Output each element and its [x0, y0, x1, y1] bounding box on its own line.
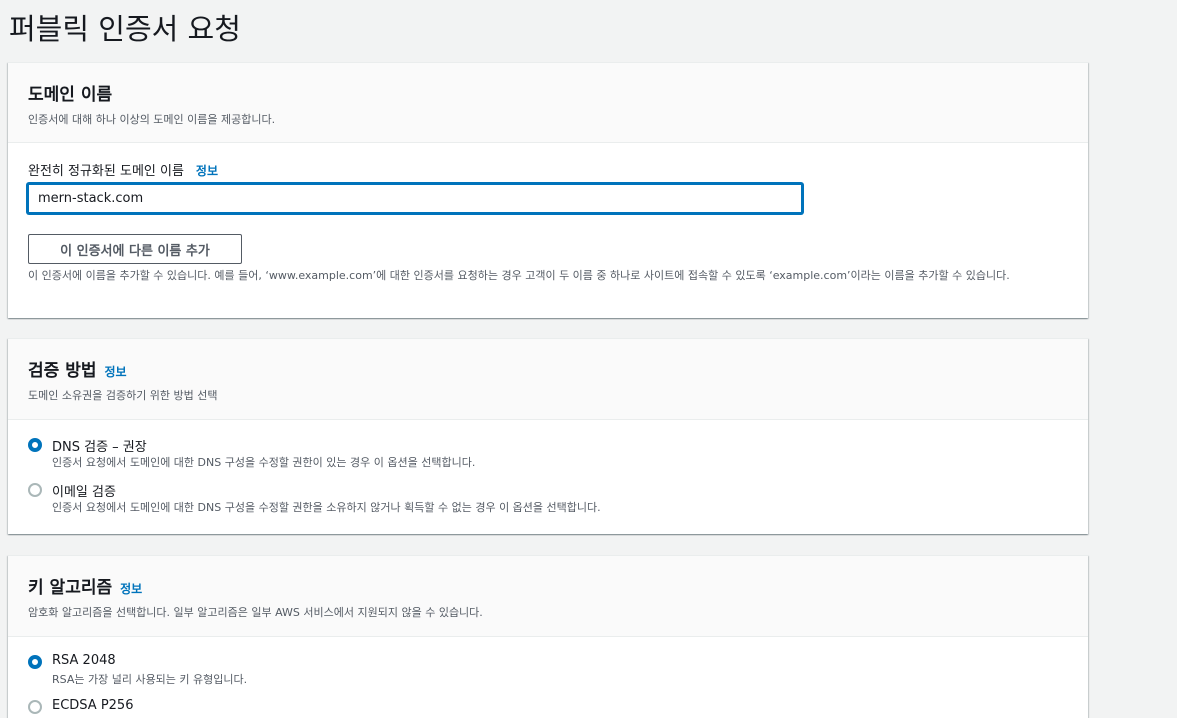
ecdsa-p256-label: ECDSA P256: [52, 698, 134, 713]
add-name-help-text: 이 인증서에 이름을 추가할 수 있습니다. 예를 들어, ‘www.examp…: [28, 269, 1010, 282]
key-algorithm-panel: 키 알고리즘 정보 암호화 알고리즘을 선택합니다. 일부 알고리즘은 일부 AW…: [8, 555, 1088, 718]
rsa-2048-radio[interactable]: [28, 655, 42, 669]
key-algorithm-description: 암호화 알고리즘을 선택합니다. 일부 알고리즘은 일부 AWS 서비스에서 지…: [28, 606, 483, 619]
page-title: 퍼블릭 인증서 요청: [9, 12, 241, 46]
domain-name-panel-header: 도메인 이름 인증서에 대해 하나 이상의 도메인 이름을 제공합니다.: [8, 63, 1088, 143]
validation-method-description: 도메인 소유권을 검증하기 위한 방법 선택: [28, 389, 218, 402]
domain-name-heading: 도메인 이름: [28, 85, 113, 105]
domain-name-panel: 도메인 이름 인증서에 대해 하나 이상의 도메인 이름을 제공합니다. 완전히…: [8, 62, 1088, 318]
dns-validation-radio[interactable]: [28, 438, 42, 452]
rsa-2048-description: RSA는 가장 널리 사용되는 키 유형입니다.: [52, 673, 248, 686]
fqdn-label-text: 완전히 정규화된 도메인 이름: [28, 164, 184, 179]
key-algorithm-heading: 키 알고리즘: [28, 578, 113, 598]
fqdn-field-label: 완전히 정규화된 도메인 이름 정보: [28, 160, 218, 179]
fqdn-info-link[interactable]: 정보: [196, 162, 218, 179]
domain-name-description: 인증서에 대해 하나 이상의 도메인 이름을 제공합니다.: [28, 113, 276, 126]
validation-info-link[interactable]: 정보: [104, 363, 126, 380]
key-algorithm-panel-header: 키 알고리즘 정보 암호화 알고리즘을 선택합니다. 일부 알고리즘은 일부 AW…: [8, 556, 1088, 637]
key-algorithm-info-link[interactable]: 정보: [120, 580, 142, 597]
validation-method-heading: 검증 방법: [28, 361, 97, 381]
ecdsa-p256-radio[interactable]: [28, 700, 42, 714]
validation-method-panel: 검증 방법 정보 도메인 소유권을 검증하기 위한 방법 선택 DNS 검증 – …: [8, 338, 1088, 534]
validation-method-panel-header: 검증 방법 정보 도메인 소유권을 검증하기 위한 방법 선택: [8, 339, 1088, 420]
domain-name-input[interactable]: mern-stack.com: [27, 183, 803, 214]
email-validation-description: 인증서 요청에서 도메인에 대한 DNS 구성을 수정할 권한을 소유하지 않거…: [52, 501, 601, 514]
add-another-name-button[interactable]: 이 인증서에 다른 이름 추가: [28, 234, 242, 264]
email-validation-radio[interactable]: [28, 483, 42, 497]
rsa-2048-label: RSA 2048: [52, 653, 116, 668]
dns-validation-label: DNS 검증 – 권장: [52, 440, 147, 455]
dns-validation-description: 인증서 요청에서 도메인에 대한 DNS 구성을 수정할 권한이 있는 경우 이…: [52, 456, 476, 469]
email-validation-label: 이메일 검증: [52, 485, 116, 500]
